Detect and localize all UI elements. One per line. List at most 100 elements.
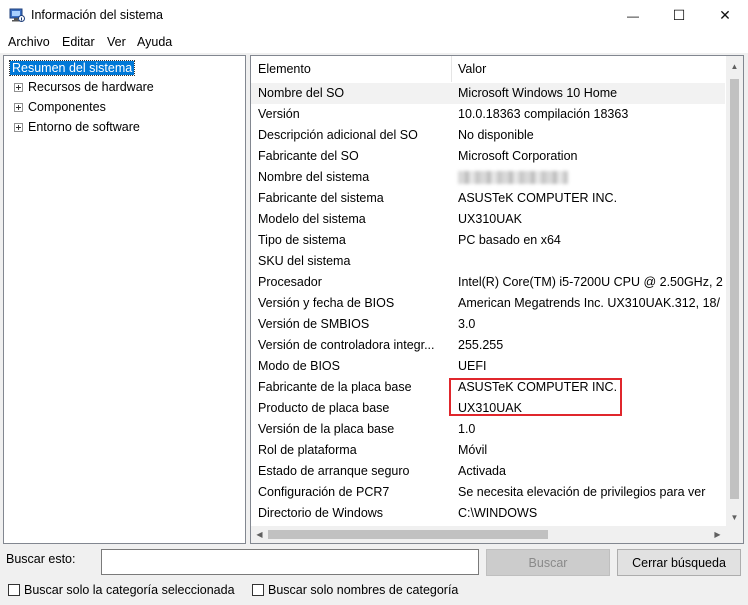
scroll-down-icon[interactable]: ▼ [726, 509, 743, 526]
checkbox-label: Buscar solo la categoría seleccionada [24, 583, 235, 597]
window-title: Información del sistema [31, 8, 164, 22]
table-row[interactable]: Configuración de PCR7 Se necesita elevaci… [251, 482, 725, 503]
tree-item-system-summary[interactable]: Resumen del sistema [8, 59, 136, 78]
highlight-annotation [449, 378, 622, 416]
table-row[interactable]: Procesador Intel(R) Core(TM) i5-7200U CPU… [251, 272, 725, 293]
row-value: No disponible [458, 128, 534, 142]
checkbox[interactable] [252, 584, 264, 596]
menu-archivo[interactable]: Archivo [8, 35, 50, 49]
row-value: C:\WINDOWS [458, 506, 538, 520]
horizontal-scrollbar[interactable]: ◀ ▶ [251, 526, 743, 543]
row-name: Versión de SMBIOS [258, 317, 370, 331]
table-row[interactable]: Fabricante del SO Microsoft Corporation [251, 146, 725, 167]
tree-item-hardware[interactable]: Recursos de hardware [14, 78, 154, 97]
close-icon: ✕ [719, 7, 731, 23]
expand-icon[interactable] [14, 83, 23, 92]
menu-ver[interactable]: Ver [107, 35, 126, 49]
table-row[interactable]: Rol de plataforma Móvil [251, 440, 725, 461]
option-selected-category[interactable]: Buscar solo la categoría seleccionada [8, 583, 235, 597]
row-name: Producto de placa base [258, 401, 390, 415]
scroll-left-icon[interactable]: ◀ [251, 526, 268, 543]
row-name: Modo de BIOS [258, 359, 340, 373]
checkbox[interactable] [8, 584, 20, 596]
title-bar: Información del sistema — ☐ ✕ [0, 0, 748, 31]
table-row[interactable]: Versión de SMBIOS 3.0 [251, 314, 725, 335]
column-divider[interactable] [451, 56, 452, 82]
expand-icon[interactable] [14, 123, 23, 132]
row-name: Fabricante de la placa base [258, 380, 412, 394]
tree-item-label: Componentes [28, 100, 106, 114]
scroll-right-icon[interactable]: ▶ [709, 526, 726, 543]
table-row[interactable]: Directorio de Windows C:\WINDOWS [251, 503, 725, 524]
table-row[interactable]: Versión de la placa base 1.0 [251, 419, 725, 440]
tree-item-label: Resumen del sistema [8, 60, 136, 76]
row-value: PC basado en x64 [458, 233, 561, 247]
table-row[interactable]: Modo de BIOS UEFI [251, 356, 725, 377]
category-tree[interactable]: Resumen del sistema Recursos de hardware… [3, 55, 246, 544]
maximize-icon: ☐ [672, 7, 686, 23]
row-name: Directorio de Windows [258, 506, 384, 520]
row-name: Versión y fecha de BIOS [258, 296, 395, 310]
row-value: 1.0 [458, 422, 476, 436]
row-name: Versión de controladora integr... [258, 338, 435, 352]
row-value: 10.0.18363 compilación 18363 [458, 107, 629, 121]
row-value: Se necesita elevación de privilegios par… [458, 485, 706, 499]
vertical-scrollbar[interactable]: ▲ ▼ [726, 56, 743, 526]
checkbox-label: Buscar solo nombres de categoría [268, 583, 459, 597]
table-row[interactable]: Modelo del sistema UX310UAK [251, 209, 725, 230]
column-header-item[interactable]: Elemento [258, 62, 311, 76]
tree-item-software[interactable]: Entorno de software [14, 118, 140, 137]
row-value: Microsoft Corporation [458, 149, 578, 163]
row-value: Intel(R) Core(TM) i5-7200U CPU @ 2.50GHz… [458, 275, 723, 289]
close-search-button[interactable]: Cerrar búsqueda [617, 549, 741, 576]
row-value: Activada [458, 464, 506, 478]
table-row[interactable]: Nombre del SO Microsoft Windows 10 Home [251, 83, 725, 104]
row-value: UEFI [458, 359, 487, 373]
minimize-icon: — [627, 8, 639, 23]
redacted-value [458, 171, 568, 184]
row-name: SKU del sistema [258, 254, 351, 268]
details-list[interactable]: Elemento Valor Nombre del SO Microsoft Wi… [250, 55, 744, 544]
row-name: Tipo de sistema [258, 233, 346, 247]
row-value: Móvil [458, 443, 488, 457]
row-name: Fabricante del SO [258, 149, 359, 163]
table-row[interactable]: Fabricante del sistema ASUSTeK COMPUTER I… [251, 188, 725, 209]
row-name: Descripción adicional del SO [258, 128, 418, 142]
table-row[interactable]: Descripción adicional del SO No disponibl… [251, 125, 725, 146]
row-name: Fabricante del sistema [258, 191, 384, 205]
search-input[interactable] [101, 549, 479, 575]
maximize-button[interactable]: ☐ [656, 0, 702, 31]
table-row[interactable]: Versión y fecha de BIOS American Megatren… [251, 293, 725, 314]
row-name: Nombre del sistema [258, 170, 370, 184]
row-value: Microsoft Windows 10 Home [458, 86, 618, 100]
table-row[interactable]: Versión de controladora integr... 255.255 [251, 335, 725, 356]
row-value: UX310UAK [458, 212, 522, 226]
option-category-names[interactable]: Buscar solo nombres de categoría [252, 583, 458, 597]
scroll-up-icon[interactable]: ▲ [726, 58, 743, 75]
menu-editar[interactable]: Editar [62, 35, 95, 49]
row-name: Rol de plataforma [258, 443, 357, 457]
row-value: 3.0 [458, 317, 476, 331]
horizontal-scroll-thumb[interactable] [268, 530, 548, 539]
search-button[interactable]: Buscar [486, 549, 610, 576]
minimize-button[interactable]: — [610, 0, 656, 31]
tree-item-components[interactable]: Componentes [14, 98, 106, 117]
row-value: ASUSTeK COMPUTER INC. [458, 191, 618, 205]
vertical-scroll-thumb[interactable] [730, 79, 739, 499]
row-name: Configuración de PCR7 [258, 485, 390, 499]
tree-item-label: Recursos de hardware [28, 80, 154, 94]
table-row[interactable]: Nombre del sistema [251, 167, 725, 188]
close-button[interactable]: ✕ [702, 0, 748, 31]
menu-bar: Archivo Editar Ver Ayuda [0, 31, 748, 53]
menu-ayuda[interactable]: Ayuda [137, 35, 172, 49]
table-row[interactable]: Versión 10.0.18363 compilación 18363 [251, 104, 725, 125]
row-name: Versión [258, 107, 300, 121]
column-header-value[interactable]: Valor [458, 62, 486, 76]
system-info-icon [9, 8, 25, 22]
search-label: Buscar esto: [6, 552, 76, 566]
expand-icon[interactable] [14, 103, 23, 112]
table-row[interactable]: Estado de arranque seguro Activada [251, 461, 725, 482]
table-row[interactable]: Tipo de sistema PC basado en x64 [251, 230, 725, 251]
list-header: Elemento Valor [251, 56, 725, 84]
table-row[interactable]: SKU del sistema [251, 251, 725, 272]
